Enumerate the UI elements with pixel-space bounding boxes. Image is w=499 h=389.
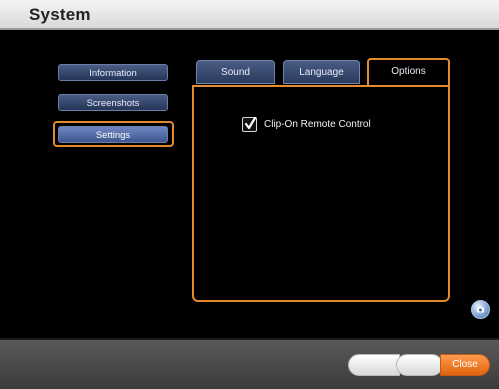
footer-left-button[interactable] [348, 354, 400, 376]
title-bar: System [0, 0, 499, 30]
clip-on-remote-control-label: Clip-On Remote Control [264, 119, 371, 130]
tab-language[interactable]: Language [283, 60, 360, 84]
footer-middle-button[interactable] [396, 354, 443, 376]
close-button[interactable]: Close [440, 354, 490, 376]
sidebar-item-screenshots[interactable]: Screenshots [58, 94, 168, 111]
system-window: System Information Screenshots Settings … [0, 0, 499, 389]
camera-button[interactable] [471, 300, 490, 319]
camera-icon [477, 306, 484, 313]
tab-sound[interactable]: Sound [196, 60, 275, 84]
sidebar-item-information[interactable]: Information [58, 64, 168, 81]
window-title: System [29, 5, 91, 24]
tab-options[interactable]: Options [367, 58, 450, 85]
checkmark-icon [244, 116, 257, 130]
sidebar-item-settings[interactable]: Settings [58, 126, 168, 143]
clip-on-remote-control-checkbox[interactable] [242, 116, 257, 132]
